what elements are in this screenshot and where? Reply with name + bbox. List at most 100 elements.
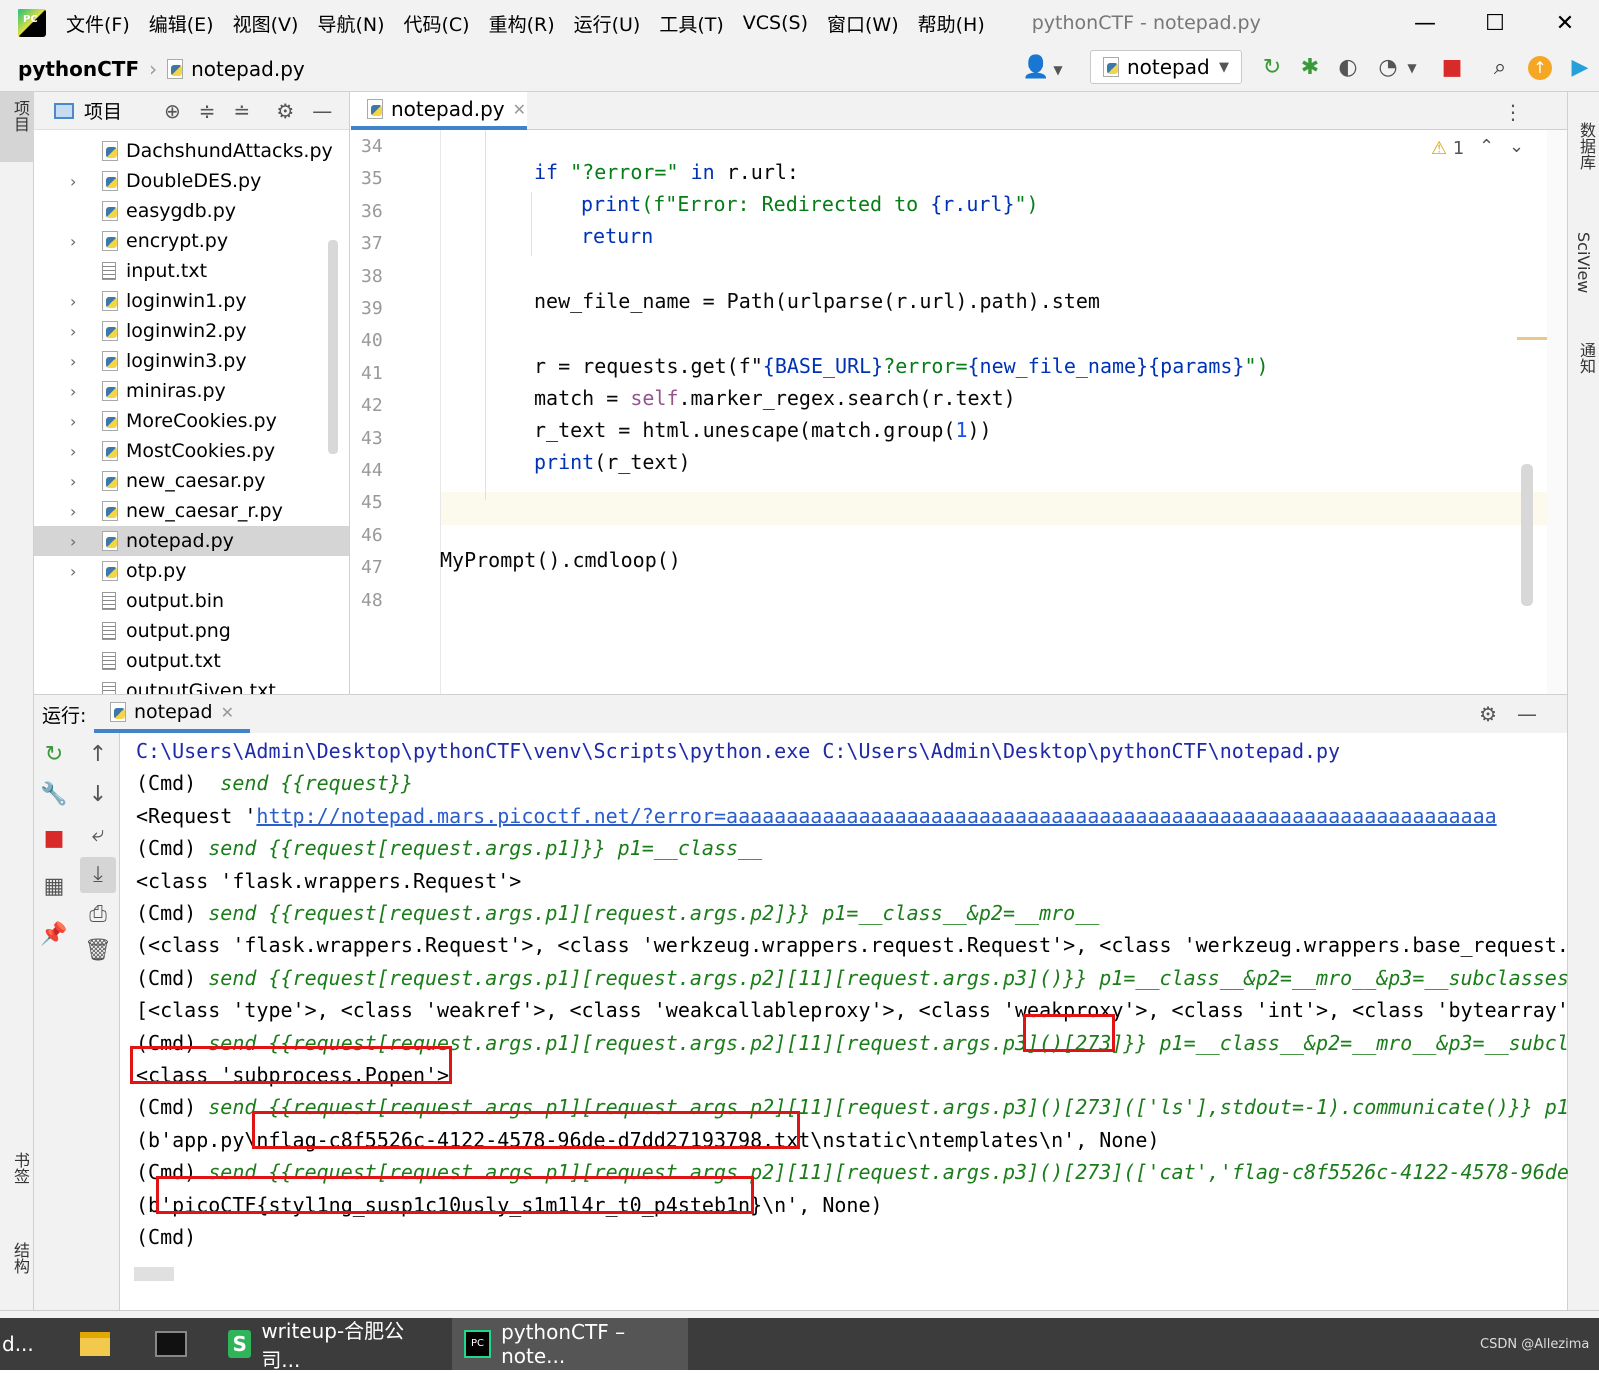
chevron-right-icon[interactable]: › <box>70 292 76 311</box>
console-link[interactable]: http://notepad.mars.picoctf.net/?error=a… <box>256 804 1496 828</box>
tree-item[interactable]: › loginwin1.py <box>34 286 349 316</box>
tree-item[interactable]: output.png <box>34 616 349 646</box>
chevron-right-icon[interactable]: › <box>70 502 76 521</box>
code-line-39[interactable]: new_file_name = Path(urlparse(r.url).pat… <box>534 289 1100 313</box>
code-line-35[interactable]: if "?error=" in r.url: <box>534 160 799 184</box>
file-explorer-icon[interactable] <box>80 1318 120 1370</box>
stop-icon[interactable]: ■ <box>40 825 68 853</box>
up-arrow-icon[interactable]: ↑ <box>84 741 112 769</box>
locate-icon[interactable]: ⊕ <box>164 99 181 123</box>
gear-icon[interactable]: ⚙ <box>276 99 294 123</box>
tree-item[interactable]: › new_caesar.py <box>34 466 349 496</box>
collapse-all-icon[interactable]: ≐ <box>234 99 251 123</box>
menu-refactor[interactable]: 重构(R) <box>489 10 555 37</box>
trash-icon[interactable]: 🗑 <box>84 937 112 965</box>
tree-item[interactable]: › otp.py <box>34 556 349 586</box>
pin-icon[interactable]: 📌 <box>40 921 68 949</box>
chevron-right-icon[interactable]: › <box>70 232 76 251</box>
tree-item[interactable]: input.txt <box>34 256 349 286</box>
bookmarks-tool-label[interactable]: 书签 <box>8 1152 32 1184</box>
tree-scrollbar[interactable] <box>328 240 338 454</box>
close-tab-icon[interactable]: ✕ <box>513 100 526 119</box>
chevron-down-icon[interactable]: ▼ <box>1046 58 1070 82</box>
console-scrollbar[interactable] <box>134 1267 174 1281</box>
chevron-right-icon[interactable]: › <box>70 382 76 401</box>
stop-icon[interactable]: ■ <box>1440 56 1464 80</box>
tree-item[interactable]: › new_caesar_r.py <box>34 496 349 526</box>
notifications-tool-label[interactable]: 通知 <box>1574 342 1598 374</box>
menu-tools[interactable]: 工具(T) <box>659 10 723 37</box>
code-line-43[interactable]: r_text = html.unescape(match.group(1)) <box>534 418 992 442</box>
debug-icon[interactable]: ✱ <box>1298 56 1322 80</box>
update-icon[interactable]: ↑ <box>1528 56 1552 80</box>
sciview-tool-label[interactable]: SciView <box>1574 232 1593 293</box>
menu-help[interactable]: 帮助(H) <box>918 10 985 37</box>
taskbar-pycharm[interactable]: PC pythonCTF – note... <box>452 1318 688 1370</box>
run-tab-notepad[interactable]: notepad ✕ <box>94 695 250 733</box>
tree-item[interactable]: DachshundAttacks.py <box>34 136 349 166</box>
close-tab-icon[interactable]: ✕ <box>221 703 234 722</box>
tree-item[interactable]: output.bin <box>34 586 349 616</box>
project-panel-title[interactable]: 项目 <box>84 97 122 124</box>
profile-icon[interactable]: ◔ <box>1376 56 1400 80</box>
chevron-right-icon[interactable]: › <box>70 442 76 461</box>
code-line-41[interactable]: r = requests.get(f"{BASE_URL}?error={new… <box>534 354 1269 378</box>
more-tabs-icon[interactable]: ⋮ <box>1503 100 1523 124</box>
layout-icon[interactable]: ▦ <box>40 873 68 901</box>
gear-icon[interactable]: ⚙ <box>1479 702 1497 726</box>
minimize-button[interactable]: — <box>1390 0 1460 46</box>
editor-scrollbar[interactable] <box>1521 464 1533 606</box>
structure-tool-label[interactable]: 结构 <box>8 1242 32 1274</box>
scroll-to-end-icon[interactable]: ⤓ <box>80 857 116 893</box>
code-line-42[interactable]: match = self.marker_regex.search(r.text) <box>534 386 1016 410</box>
chevron-right-icon[interactable]: › <box>70 172 76 191</box>
user-icon[interactable]: 👤 <box>1022 56 1049 80</box>
tree-item[interactable]: › DoubleDES.py <box>34 166 349 196</box>
code-line-37[interactable]: return <box>581 224 653 248</box>
taskbar-writeup[interactable]: S writeup-合肥公司... <box>228 1318 438 1372</box>
menu-code[interactable]: 代码(C) <box>403 10 469 37</box>
next-highlight-icon[interactable]: ⌄ <box>1509 136 1524 157</box>
tree-item[interactable]: › loginwin2.py <box>34 316 349 346</box>
menu-file[interactable]: 文件(F) <box>66 10 130 37</box>
chevron-right-icon[interactable]: › <box>70 532 76 551</box>
menu-edit[interactable]: 编辑(E) <box>149 10 214 37</box>
wrench-icon[interactable]: 🔧 <box>40 781 68 809</box>
soft-wrap-icon[interactable]: ⤶ <box>84 821 112 849</box>
tree-item[interactable]: › miniras.py <box>34 376 349 406</box>
code-line-47[interactable]: MyPrompt().cmdloop() <box>440 548 681 572</box>
maximize-button[interactable]: ☐ <box>1460 0 1530 46</box>
tree-item[interactable]: easygdb.py <box>34 196 349 226</box>
jetbrains-toolbox-icon[interactable]: ▶ <box>1568 56 1592 80</box>
chevron-right-icon[interactable]: › <box>70 562 76 581</box>
project-tool-label[interactable]: 项目 <box>8 100 32 132</box>
code-line-36[interactable]: print(f"Error: Redirected to {r.url}") <box>581 192 1039 216</box>
menu-window[interactable]: 窗口(W) <box>827 10 899 37</box>
chevron-right-icon[interactable]: › <box>70 412 76 431</box>
tree-item[interactable]: › MoreCookies.py <box>34 406 349 436</box>
tree-item[interactable]: › MostCookies.py <box>34 436 349 466</box>
chevron-right-icon[interactable]: › <box>70 322 76 341</box>
tree-item[interactable]: outputGiven.txt <box>34 676 349 694</box>
hide-icon[interactable]: — <box>312 99 332 123</box>
code-line-44[interactable]: print(r_text) <box>534 450 691 474</box>
hide-icon[interactable]: — <box>1517 702 1537 726</box>
chevron-right-icon[interactable]: › <box>70 352 76 371</box>
chevron-right-icon[interactable]: › <box>70 472 76 491</box>
tree-item[interactable]: › loginwin3.py <box>34 346 349 376</box>
breadcrumb-project[interactable]: pythonCTF <box>18 57 139 81</box>
breadcrumb-file[interactable]: notepad.py <box>191 57 305 81</box>
terminal-icon[interactable] <box>155 1318 195 1370</box>
search-icon[interactable]: ⌕ <box>1488 56 1512 80</box>
menu-navigate[interactable]: 导航(N) <box>317 10 384 37</box>
menu-vcs[interactable]: VCS(S) <box>743 12 808 34</box>
previous-highlight-icon[interactable]: ⌃ <box>1479 136 1494 157</box>
database-tool-label[interactable]: 数据库 <box>1574 122 1598 170</box>
rerun-icon[interactable]: ↻ <box>40 741 68 769</box>
menu-run[interactable]: 运行(U) <box>574 10 641 37</box>
taskbar-item-truncated[interactable]: d... <box>0 1318 60 1370</box>
expand-all-icon[interactable]: ≑ <box>199 99 216 123</box>
tab-notepad-py[interactable]: notepad.py ✕ <box>351 92 527 130</box>
tree-item[interactable]: › notepad.py <box>34 526 349 556</box>
close-button[interactable]: ✕ <box>1530 0 1599 46</box>
